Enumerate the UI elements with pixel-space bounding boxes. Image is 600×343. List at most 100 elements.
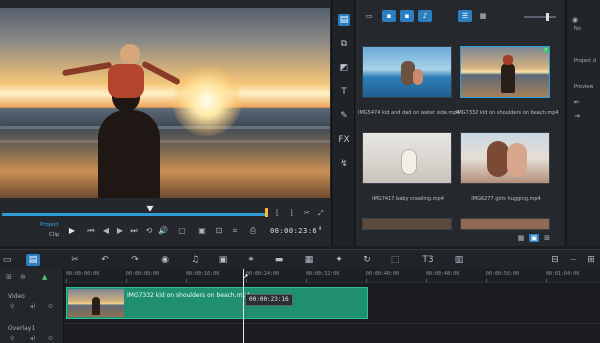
aspect-icon[interactable]: ⊡ (214, 226, 224, 236)
list-view-icon[interactable]: ☰ (458, 10, 472, 22)
library-item-thumbnail[interactable] (460, 46, 550, 98)
library-item-thumbnail[interactable] (362, 218, 452, 230)
track-mute-icon[interactable]: ◂) (30, 303, 35, 310)
library-panel-toggle-icon[interactable]: ▣ (529, 234, 539, 242)
snapshot-icon[interactable]: ⎙ (248, 226, 258, 236)
subtitle-editor-icon[interactable]: ▬ (272, 254, 286, 266)
show-videos-icon[interactable]: ▪ (382, 10, 396, 22)
previous-frame-icon[interactable]: ◀ (101, 226, 111, 236)
speaker-icon[interactable]: ◉ (572, 16, 578, 24)
fullscreen-icon[interactable]: ⤢ (318, 209, 324, 218)
clip-mode-label[interactable]: Clip (49, 232, 59, 238)
ruler-label: 00:00:40:00 (366, 271, 400, 277)
mark-out-icon[interactable]: ] (290, 209, 293, 217)
people-figure (503, 55, 513, 65)
preview-panel: [ ] ✂ ⤢ Project Clip ▶ ⏮ ◀ ▶ ⏭ ⟲ 🔊 ▢ ▣ ⊡… (0, 0, 332, 246)
track-manager-icon[interactable]: ⊞ (6, 273, 12, 281)
project-mode-label[interactable]: Project (40, 222, 59, 228)
folder-icon[interactable]: ▭ (362, 10, 376, 22)
zoom-out-icon[interactable]: ⊟ (548, 254, 562, 266)
show-photos-icon[interactable]: ▪ (400, 10, 414, 22)
motion-tracking-icon[interactable]: ⚭ (244, 254, 258, 266)
repeat-icon[interactable]: ⟲ (144, 226, 154, 236)
next-frame-icon[interactable]: ▶ (115, 226, 125, 236)
volume-icon[interactable]: 🔊 (158, 226, 168, 236)
options-item: No (574, 26, 581, 32)
playback-speed-icon[interactable]: ▢ (174, 226, 190, 236)
clip-label: IMG7332 kid on shoulders on beach.mp4 (127, 292, 251, 299)
slider-thumb-icon[interactable] (546, 13, 549, 21)
play-icon[interactable]: ▶ (67, 226, 77, 236)
redo-icon[interactable]: ↷ (128, 254, 142, 266)
split-clip-icon[interactable]: ✂ (304, 209, 310, 217)
track-lock-icon[interactable]: ⚲ (10, 335, 14, 342)
track-lock-icon[interactable]: ⚲ (10, 303, 14, 310)
multi-camera-icon[interactable]: ▦ (302, 254, 316, 266)
3d-title-icon[interactable]: T3 (418, 254, 438, 266)
timeline-tracks: IMG7332 kid on shoulders on beach.mp4 (64, 283, 600, 343)
track-options-icon[interactable]: ⊙ (48, 335, 53, 342)
transition-icon[interactable]: ◩ (338, 62, 350, 74)
ruler-tick (546, 279, 547, 282)
add-track-icon[interactable]: ⊕ (20, 273, 26, 281)
timeline-view-icon[interactable]: ▤ (26, 254, 40, 266)
library-item-caption: IMG7332 kid on shoulders on beach.mp4 (456, 110, 559, 116)
timeline-video-clip[interactable]: IMG7332 kid on shoulders on beach.mp4 (66, 287, 368, 319)
crop-icon[interactable]: ⌗ (230, 226, 240, 236)
preview-scrubber[interactable] (0, 205, 330, 217)
preview-viewer[interactable] (0, 8, 330, 198)
track-mute-icon[interactable]: ◂) (30, 335, 35, 342)
step-back-icon[interactable]: ⇤ (574, 98, 580, 106)
selected-check-icon: ✓ (543, 47, 549, 53)
preview-size-icon[interactable]: ▣ (194, 226, 210, 236)
timeline-ruler[interactable]: 00:00:00:00 00:00:08:00 00:00:16:00 00:0… (64, 269, 600, 283)
baby-figure (401, 149, 417, 175)
ruler-tick (186, 279, 187, 282)
library-item-thumbnail[interactable] (460, 132, 550, 184)
storyboard-view-icon[interactable]: ▭ (0, 254, 14, 266)
pan-zoom-icon[interactable]: ⬚ (388, 254, 402, 266)
zoom-slider-icon[interactable]: — (566, 254, 580, 266)
time-remapping-icon[interactable]: ✦ (332, 254, 346, 266)
step-forward-icon[interactable]: ⇥ (574, 112, 580, 120)
record-capture-icon[interactable]: ◉ (158, 254, 172, 266)
split-screen-icon[interactable]: ▥ (452, 254, 466, 266)
trim-marker-icon[interactable] (265, 208, 268, 217)
title-icon[interactable]: T (338, 86, 350, 98)
ripple-edit-icon[interactable]: ▲ (42, 273, 47, 281)
instant-project-icon[interactable]: ⧉ (338, 38, 350, 50)
library-footer: ▦ ▣ ⊞ (516, 234, 560, 244)
library-item-thumbnail[interactable] (362, 132, 452, 184)
timecode-stepper-icon[interactable]: ⬍ (318, 226, 322, 232)
timecode-display[interactable]: 00:00:23:6 (270, 227, 317, 235)
zoom-in-icon[interactable]: ⊞ (584, 254, 598, 266)
home-icon[interactable]: ⏮ (86, 226, 96, 236)
filter-icon[interactable]: FX (338, 134, 350, 146)
library-item-thumbnail[interactable] (460, 218, 550, 230)
scrub-thumb-icon[interactable] (146, 205, 154, 212)
mask-creator-icon[interactable]: ↻ (360, 254, 374, 266)
thumbnail-view-icon[interactable]: ▦ (476, 10, 490, 22)
library-view-icon[interactable]: ▦ (516, 234, 526, 242)
track-options-icon[interactable]: ⊙ (48, 303, 53, 310)
options-item: Preview (574, 84, 594, 90)
clip-thumbnail (68, 289, 124, 317)
tools-icon[interactable]: ✂ (68, 254, 82, 266)
library-item-caption: IMG7417 baby crawling.mp4 (372, 196, 444, 202)
library-item-caption: IMG5474 kid and dad on water side.mp4 (358, 110, 460, 116)
sound-mixer-icon[interactable]: ♫ (188, 254, 202, 266)
show-audio-icon[interactable]: ♪ (418, 10, 432, 22)
people-figure (507, 143, 527, 177)
media-icon[interactable]: ▤ (338, 14, 350, 26)
undo-icon[interactable]: ↶ (98, 254, 112, 266)
end-icon[interactable]: ⏭ (129, 226, 139, 236)
ruler-tick (426, 279, 427, 282)
library-item-thumbnail[interactable] (362, 46, 452, 98)
auto-music-icon[interactable]: ▣ (216, 254, 230, 266)
mark-in-icon[interactable]: [ (276, 209, 279, 217)
thumbnail-size-slider[interactable] (524, 13, 556, 21)
path-icon[interactable]: ↯ (338, 158, 350, 170)
graphics-icon[interactable]: ✎ (338, 110, 350, 122)
library-grid-icon[interactable]: ⊞ (542, 234, 552, 242)
options-item: Project d (574, 58, 596, 64)
